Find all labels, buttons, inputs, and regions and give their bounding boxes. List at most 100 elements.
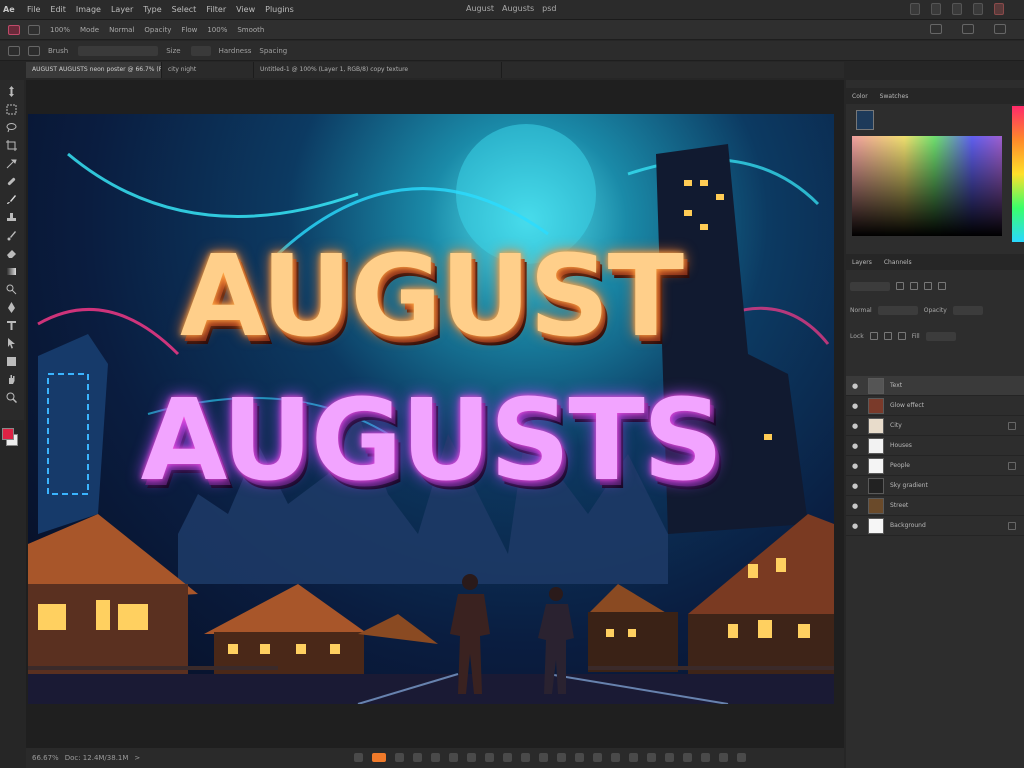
frame-icon[interactable] [701,753,710,762]
toolbar-mode-select[interactable]: Normal [109,26,134,34]
layer-filter-field[interactable] [850,281,890,291]
lock-pixels-icon[interactable] [869,332,878,340]
toggle-panel-icon[interactable] [28,45,40,56]
frame-icon[interactable] [503,753,512,762]
frame-icon[interactable] [557,753,566,762]
frame-icon[interactable] [539,753,548,762]
size-field[interactable] [190,45,211,56]
hand-tool-icon[interactable] [6,374,17,385]
layer-row[interactable]: ● Background [846,516,1024,536]
menu-layer[interactable]: Layer [111,5,133,14]
filter-shape-icon[interactable] [938,282,946,290]
record-icon[interactable] [372,753,386,762]
blend-mode-select[interactable]: Normal [850,307,872,314]
frame-icon[interactable] [449,753,458,762]
menu-type[interactable]: Type [143,5,161,14]
color-picker-field[interactable] [852,136,1002,236]
layer-row[interactable]: ● Glow effect [846,396,1024,416]
tab-channels[interactable]: Channels [884,259,912,266]
frame-icon[interactable] [354,753,363,762]
move-tool-icon[interactable] [6,86,17,97]
layer-row[interactable]: ● People [846,456,1024,476]
eyedropper-tool-icon[interactable] [6,158,17,169]
filter-adjust-icon[interactable] [910,282,918,290]
opacity-field[interactable] [952,305,983,315]
brush-settings-icon[interactable] [28,24,40,35]
visibility-eye-icon[interactable]: ● [852,402,860,409]
menu-file[interactable]: File [27,5,40,14]
frame-icon[interactable] [647,753,656,762]
app-logo[interactable]: Ae [3,4,19,16]
settings-icon[interactable] [994,24,1006,34]
blend-mode-field[interactable] [877,305,918,315]
visibility-eye-icon[interactable]: ● [852,482,860,489]
stamp-tool-icon[interactable] [6,212,17,223]
document-tab[interactable]: city night [162,62,254,78]
lock-all-icon[interactable] [897,332,906,340]
frame-icon[interactable] [575,753,584,762]
menu-edit[interactable]: Edit [50,5,66,14]
frame-icon[interactable] [521,753,530,762]
frame-icon[interactable] [737,753,746,762]
brush-preset-icon[interactable] [8,24,20,35]
dodge-tool-icon[interactable] [6,284,17,295]
visibility-eye-icon[interactable]: ● [852,462,860,469]
frame-icon[interactable] [683,753,692,762]
artwork-canvas[interactable]: AUGUST AUGUSTS [28,114,834,704]
visibility-eye-icon[interactable]: ● [852,502,860,509]
frame-icon[interactable] [467,753,476,762]
status-zoom[interactable]: 66.67% [32,754,59,762]
layer-row[interactable]: ● Text [846,376,1024,396]
frame-icon[interactable] [629,753,638,762]
layer-row[interactable]: ● Houses [846,436,1024,456]
layer-effects-icon[interactable] [1008,462,1016,470]
canvas-area[interactable]: AUGUST AUGUSTS [26,80,844,748]
menu-view[interactable]: View [236,5,255,14]
document-tab-active[interactable]: AUGUST AUGUSTS neon poster @ 66.7% (RGB/… [26,62,162,78]
visibility-eye-icon[interactable]: ● [852,442,860,449]
tab-color[interactable]: Color [852,93,868,100]
share-icon[interactable] [910,3,920,15]
frame-icon[interactable] [611,753,620,762]
visibility-eye-icon[interactable]: ● [852,422,860,429]
tab-layers[interactable]: Layers [852,259,872,266]
brush-tool-icon[interactable] [6,194,17,205]
menu-select[interactable]: Select [172,5,197,14]
shape-tool-icon[interactable] [6,356,17,367]
toolbar-flow-value[interactable]: 100% [207,26,227,34]
current-color-swatch[interactable] [856,110,874,130]
zoom-tool-icon[interactable] [6,392,17,403]
filter-type-icon[interactable] [924,282,932,290]
brush-field[interactable] [78,45,159,56]
layer-effects-icon[interactable] [1008,422,1016,430]
lock-position-icon[interactable] [883,332,892,340]
workspace-icon[interactable] [952,3,962,15]
layer-effects-icon[interactable] [1008,522,1016,530]
foreground-color-swatch[interactable] [2,428,14,440]
toolbar-zoom[interactable]: 100% [50,26,70,34]
menu-image[interactable]: Image [76,5,101,14]
pressure-icon[interactable] [930,24,942,34]
minimize-icon[interactable] [973,3,983,15]
frame-icon[interactable] [413,753,422,762]
close-icon[interactable] [994,3,1004,15]
frame-icon[interactable] [431,753,440,762]
pen-tool-icon[interactable] [6,302,17,313]
fill-field[interactable] [925,331,956,341]
marquee-tool-icon[interactable] [6,104,17,115]
frame-icon[interactable] [665,753,674,762]
frame-icon[interactable] [485,753,494,762]
history-brush-icon[interactable] [6,230,17,241]
eraser-tool-icon[interactable] [6,248,17,259]
filter-pixel-icon[interactable] [896,282,904,290]
gradient-tool-icon[interactable] [6,266,17,277]
visibility-eye-icon[interactable]: ● [852,382,860,389]
lasso-tool-icon[interactable] [6,122,17,133]
path-select-tool-icon[interactable] [6,338,17,349]
status-arrow[interactable]: > [134,754,140,762]
frame-icon[interactable] [593,753,602,762]
layer-row[interactable]: ● City [846,416,1024,436]
search-icon[interactable] [931,3,941,15]
frame-icon[interactable] [719,753,728,762]
layer-row[interactable]: ● Street [846,496,1024,516]
